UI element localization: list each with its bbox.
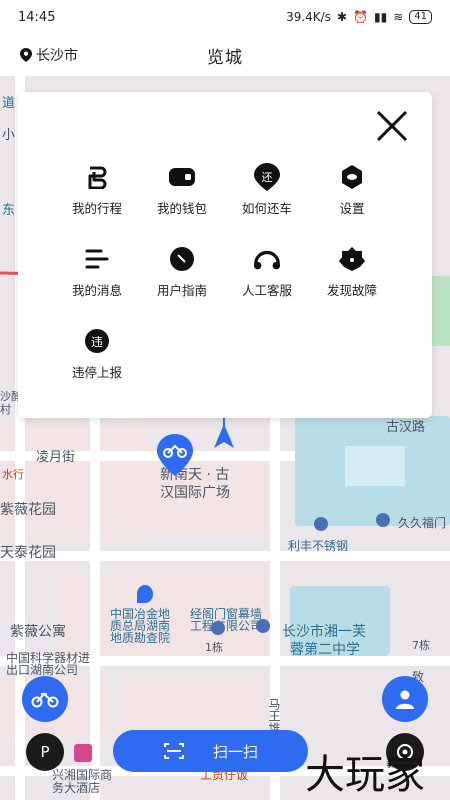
poi-icon xyxy=(314,517,328,531)
app-header: 长沙市 览城 xyxy=(0,34,450,76)
map-label: 古汉路 xyxy=(386,420,426,435)
menu-item-label: 我的消息 xyxy=(71,283,122,298)
scan-button[interactable]: 扫一扫 xyxy=(113,730,308,772)
poi-icon xyxy=(376,513,390,527)
menu-item-wallet[interactable]: 我的钱包 xyxy=(137,162,227,232)
menu-item-label: 我的钱包 xyxy=(156,201,207,216)
alarm-icon: ⏰ xyxy=(353,10,368,24)
bike-marker-small-icon[interactable] xyxy=(137,585,153,603)
menu-item-label: 人工客服 xyxy=(241,283,292,298)
report-glyph: 违 xyxy=(90,334,103,349)
menu-item-customer-service[interactable]: 人工客服 xyxy=(222,244,312,314)
fault-icon xyxy=(337,244,367,274)
menu-item-label: 设置 xyxy=(339,201,365,216)
return-icon: 还 xyxy=(252,162,282,192)
map-label: 东 xyxy=(2,203,16,218)
scan-icon xyxy=(163,743,184,759)
bluetooth-icon: ✱ xyxy=(336,10,348,24)
guide-icon xyxy=(167,244,197,274)
map-label: 地质勘查院 xyxy=(110,631,171,645)
menu-panel: 我的行程 我的钱包 还 如何还车 设置 我的消息 用户指南 人工客服 发现故障 … xyxy=(18,92,432,418)
menu-item-label: 发现故障 xyxy=(326,283,377,298)
wallet-icon xyxy=(167,162,197,192)
map-label: 凌月街 xyxy=(36,450,76,465)
map-label: 村 xyxy=(0,403,11,416)
menu-item-my-trips[interactable]: 我的行程 xyxy=(52,162,142,232)
report-icon: 违 xyxy=(82,326,112,356)
net-speed: 39.4K/s xyxy=(286,10,331,24)
map-label: 紫薇花园 xyxy=(0,502,56,518)
menu-item-label: 用户指南 xyxy=(156,283,207,298)
message-icon xyxy=(82,244,112,274)
headset-icon xyxy=(252,244,282,274)
bike-icon xyxy=(31,692,59,708)
battery-icon: 41 xyxy=(409,10,432,24)
return-glyph: 还 xyxy=(261,171,273,184)
map-label: 工程有限公司 xyxy=(190,619,263,633)
menu-item-parking-violation[interactable]: 违 违停上报 xyxy=(52,326,142,396)
menu-item-label: 如何还车 xyxy=(241,201,292,216)
menu-item-messages[interactable]: 我的消息 xyxy=(52,244,142,314)
menu-item-how-to-return[interactable]: 还 如何还车 xyxy=(222,162,312,232)
map-label: 务大酒店 xyxy=(52,781,101,795)
scan-label: 扫一扫 xyxy=(212,742,258,761)
map-label: 水行 xyxy=(2,468,24,481)
parking-button[interactable]: P xyxy=(26,733,64,771)
settings-icon xyxy=(337,162,367,192)
map-label: 利丰不锈钢 xyxy=(288,539,349,553)
poi-icon xyxy=(211,621,225,635)
navigation-arrow-icon xyxy=(214,416,234,448)
trip-icon xyxy=(82,162,112,192)
map-label: 汉国际广场 xyxy=(160,485,230,501)
location-pin-icon xyxy=(20,48,32,62)
map-label: 小 xyxy=(2,128,16,143)
bike-list-button[interactable] xyxy=(22,676,68,722)
close-icon[interactable] xyxy=(372,106,412,146)
status-bar: 14:45 39.4K/s ✱ ⏰ ▮▮ ≋ 41 xyxy=(0,0,450,34)
map-label: 蓉第二中学 xyxy=(290,642,360,658)
map-label: 7栋 xyxy=(412,639,430,652)
wifi-icon: ≋ xyxy=(393,10,404,24)
hotel-icon xyxy=(74,744,92,762)
status-time: 14:45 xyxy=(18,9,56,25)
signal-icon: ▮▮ xyxy=(373,10,388,24)
menu-item-user-guide[interactable]: 用户指南 xyxy=(137,244,227,314)
menu-item-label: 我的行程 xyxy=(71,201,122,216)
city-name: 长沙市 xyxy=(36,48,78,64)
user-icon xyxy=(396,690,414,709)
menu-item-settings[interactable]: 设置 xyxy=(307,162,397,232)
map-label: 紫薇公寓 xyxy=(10,624,66,640)
map-label: 天泰花园 xyxy=(0,545,56,561)
map-label: 道 xyxy=(2,96,16,111)
city-selector[interactable]: 长沙市 xyxy=(20,45,78,65)
poi-icon xyxy=(256,619,270,633)
menu-item-label: 违停上报 xyxy=(71,365,122,380)
profile-button[interactable] xyxy=(382,676,428,722)
map-label: 久久福门 xyxy=(398,516,447,530)
map-label: 1栋 xyxy=(205,641,223,654)
map-label: 马王堆 xyxy=(267,698,281,734)
menu-item-report-fault[interactable]: 发现故障 xyxy=(307,244,397,314)
status-icons: 39.4K/s ✱ ⏰ ▮▮ ≋ 41 xyxy=(286,10,432,24)
bike-marker-icon[interactable] xyxy=(156,434,194,476)
map-label: 长沙市湘一芙 xyxy=(282,624,366,640)
watermark: 大玩家 xyxy=(305,752,425,798)
